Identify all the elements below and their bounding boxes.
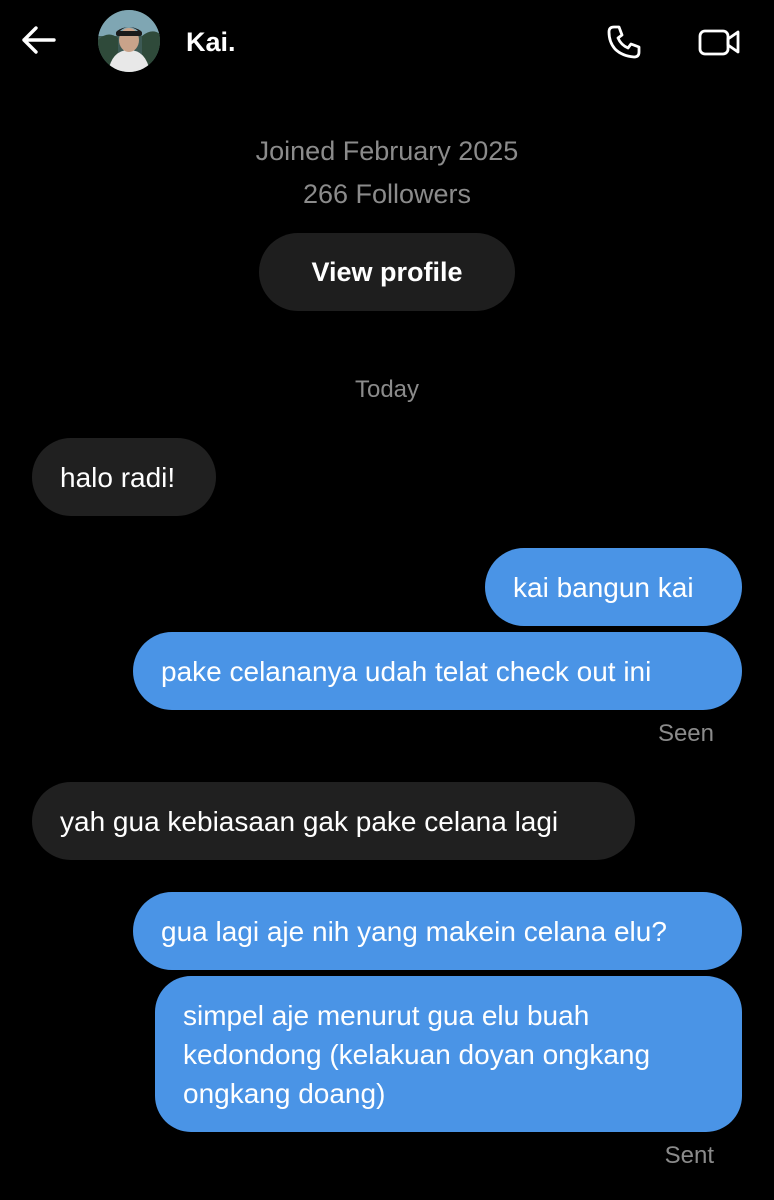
date-separator: Today <box>354 376 420 403</box>
message-text: yah gua kebiasaan gak pake celana lagi <box>60 805 559 837</box>
phone-icon <box>607 25 641 59</box>
message-bubble-sent[interactable]: pake celananya udah telat check out ini <box>133 632 742 710</box>
message-bubble-sent[interactable]: gua lagi aje nih yang makein celana elu? <box>133 892 742 970</box>
avatar[interactable] <box>98 10 160 72</box>
arrow-left-icon <box>22 26 56 54</box>
message-bubble-sent[interactable]: kai bangun kai <box>485 548 742 626</box>
message-text: simpel aje menurut gua elu buah kedondon… <box>183 999 651 1109</box>
message-text: gua lagi aje nih yang makein celana elu? <box>161 915 667 947</box>
joined-date: Joined February 2025 <box>255 136 519 166</box>
message-text: pake celananya udah telat check out ini <box>161 655 652 687</box>
video-camera-icon <box>698 29 740 56</box>
back-button[interactable] <box>18 22 58 58</box>
video-call-button[interactable] <box>696 22 742 62</box>
message-bubble-received[interactable]: yah gua kebiasaan gak pake celana lagi <box>32 782 635 860</box>
contact-name[interactable]: Kai. <box>186 26 236 58</box>
message-bubble-sent[interactable]: simpel aje menurut gua elu buah kedondon… <box>155 976 742 1132</box>
message-text: kai bangun kai <box>513 571 694 603</box>
message-bubble-received[interactable]: halo radi! <box>32 438 216 516</box>
read-receipt: Seen <box>657 720 714 747</box>
followers-count: 266 Followers <box>302 179 472 209</box>
view-profile-button[interactable]: View profile <box>259 233 515 311</box>
chat-header: Kai. <box>0 0 774 84</box>
profile-summary: Joined February 2025 266 Followers <box>0 130 774 216</box>
delivery-status: Sent <box>664 1142 714 1169</box>
voice-call-button[interactable] <box>604 22 644 62</box>
message-text: halo radi! <box>60 461 176 493</box>
